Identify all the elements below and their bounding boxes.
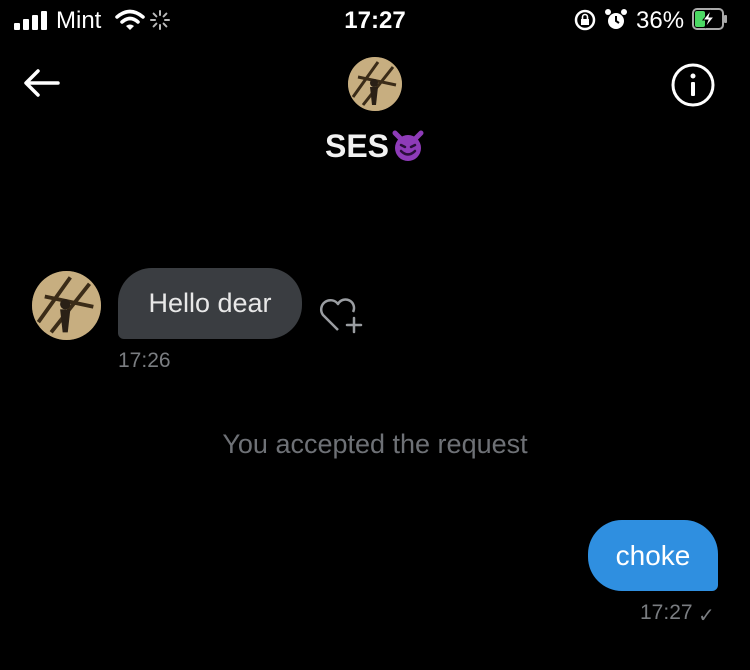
sender-avatar[interactable] <box>32 271 101 340</box>
contact-name-text: SES <box>324 128 390 164</box>
info-circle-icon[interactable] <box>670 62 716 108</box>
smiling-devil-emoji <box>392 130 424 161</box>
outgoing-message-time: 17:27 <box>640 601 693 624</box>
redacted-handle <box>312 170 440 188</box>
sent-check-icon: ✓ <box>698 605 715 627</box>
alarm-icon <box>605 9 627 29</box>
battery-percentage: 36% <box>636 7 685 34</box>
rotation-lock-icon <box>574 9 596 31</box>
incoming-message-time: 17:26 <box>118 349 171 372</box>
incoming-message-bubble[interactable]: Hello dear <box>118 268 302 339</box>
heart-add-reaction-icon[interactable] <box>318 294 368 336</box>
arrow-left-icon[interactable] <box>22 68 62 98</box>
contact-avatar[interactable] <box>348 57 402 111</box>
battery-charging-icon <box>692 8 727 30</box>
status-bar: Mint 17:27 36% <box>0 0 750 40</box>
request-accepted-note: You accepted the request <box>222 429 528 459</box>
contact-name: SES <box>0 128 750 165</box>
outgoing-message-bubble[interactable]: choke <box>588 520 718 591</box>
